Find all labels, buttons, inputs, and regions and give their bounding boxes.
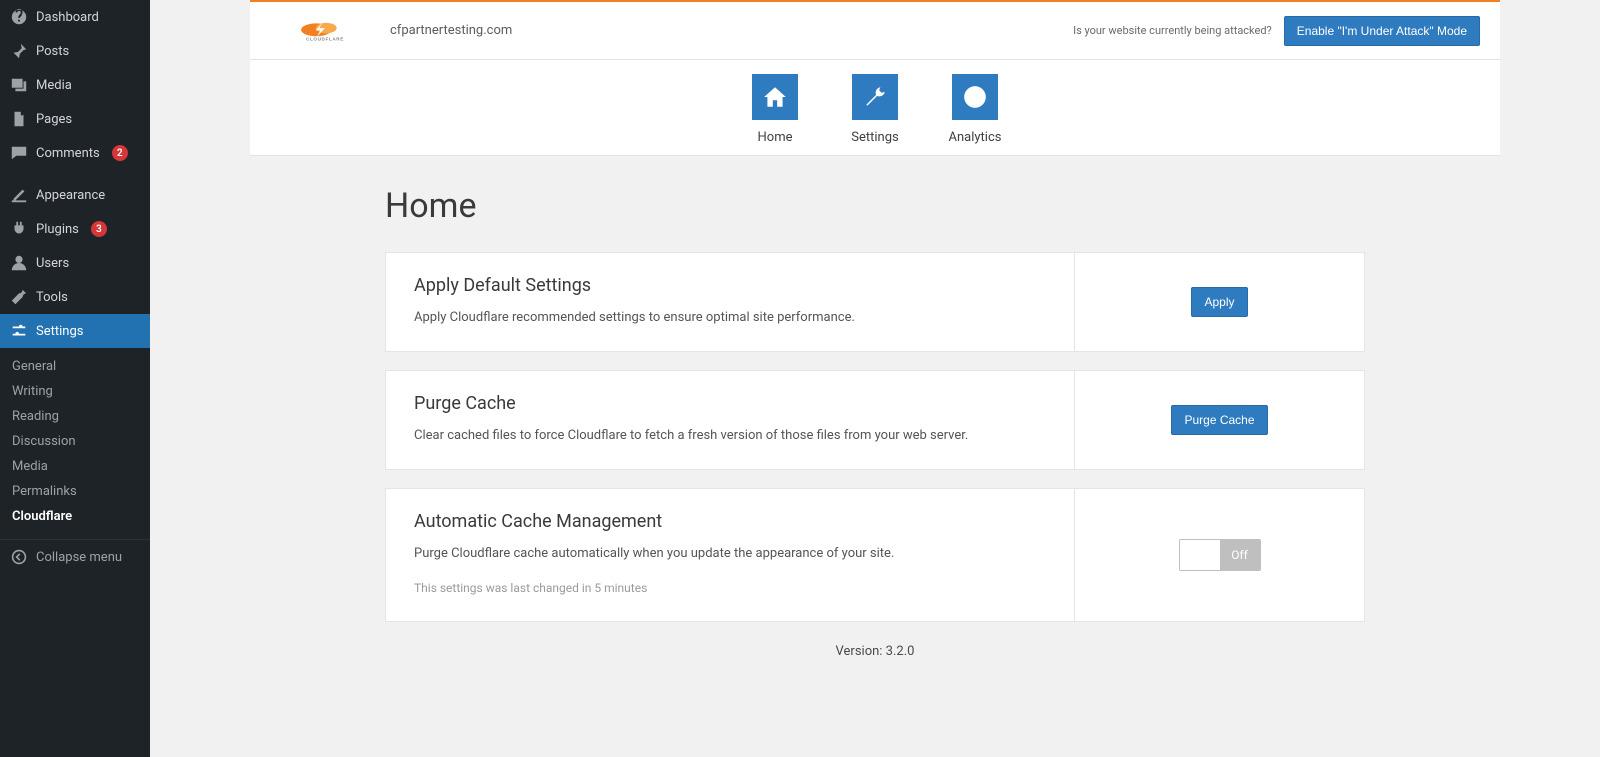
tab-home[interactable]: Home <box>740 74 810 145</box>
users-icon <box>10 254 28 272</box>
submenu-reading[interactable]: Reading <box>0 404 150 429</box>
submenu-writing[interactable]: Writing <box>0 379 150 404</box>
comments-count-badge: 2 <box>112 145 128 161</box>
card-desc: Apply Cloudflare recommended settings to… <box>414 310 1046 325</box>
apply-button[interactable]: Apply <box>1191 287 1247 317</box>
purge-cache-button[interactable]: Purge Cache <box>1171 405 1267 435</box>
svg-text:CLOUDFLARE: CLOUDFLARE <box>306 36 344 41</box>
submenu-permalinks[interactable]: Permalinks <box>0 479 150 504</box>
appearance-icon <box>10 186 28 204</box>
toggle-off-half: Off <box>1220 540 1260 570</box>
sidebar-item-tools[interactable]: Tools <box>0 280 150 314</box>
home-icon <box>752 74 798 120</box>
sidebar-item-posts[interactable]: Posts <box>0 34 150 68</box>
pin-icon <box>10 42 28 60</box>
tab-analytics[interactable]: Analytics <box>940 74 1010 145</box>
comment-icon <box>10 144 28 162</box>
pages-icon <box>10 110 28 128</box>
card-desc: Purge Cloudflare cache automatically whe… <box>414 546 1046 561</box>
sidebar-item-label: Settings <box>36 324 83 339</box>
card-desc: Clear cached files to force Cloudflare t… <box>414 428 1046 443</box>
cloudflare-topbar: CLOUDFLARE cfpartnertesting.com Is your … <box>250 0 1500 60</box>
settings-submenu: General Writing Reading Discussion Media… <box>0 348 150 535</box>
sidebar-item-label: Dashboard <box>36 10 99 25</box>
card-title: Automatic Cache Management <box>414 511 1046 532</box>
settings-slider-icon <box>10 322 28 340</box>
submenu-discussion[interactable]: Discussion <box>0 429 150 454</box>
card-apply-default: Apply Default Settings Apply Cloudflare … <box>385 252 1365 352</box>
submenu-media[interactable]: Media <box>0 454 150 479</box>
tab-label: Analytics <box>949 130 1002 145</box>
plugin-icon <box>10 220 28 238</box>
wp-admin-sidebar: Dashboard Posts Media Pages Comments 2 A… <box>0 0 150 757</box>
tools-icon <box>10 288 28 306</box>
enable-under-attack-button[interactable]: Enable "I'm Under Attack" Mode <box>1284 16 1480 46</box>
sidebar-item-media[interactable]: Media <box>0 68 150 102</box>
submenu-cloudflare[interactable]: Cloudflare <box>0 504 150 529</box>
domain-label: cfpartnertesting.com <box>390 23 512 38</box>
wrench-icon <box>852 74 898 120</box>
tab-settings[interactable]: Settings <box>840 74 910 145</box>
sidebar-item-label: Appearance <box>36 188 105 203</box>
attack-question: Is your website currently being attacked… <box>1073 24 1272 37</box>
sidebar-item-label: Tools <box>36 290 68 305</box>
sidebar-item-plugins[interactable]: Plugins 3 <box>0 212 150 246</box>
auto-cache-toggle[interactable]: Off <box>1179 539 1261 571</box>
sidebar-item-users[interactable]: Users <box>0 246 150 280</box>
sidebar-item-pages[interactable]: Pages <box>0 102 150 136</box>
card-purge-cache: Purge Cache Clear cached files to force … <box>385 370 1365 470</box>
sidebar-item-label: Comments <box>36 146 100 161</box>
sidebar-item-appearance[interactable]: Appearance <box>0 178 150 212</box>
sidebar-item-label: Pages <box>36 112 72 127</box>
tab-label: Home <box>758 130 793 145</box>
sidebar-item-label: Posts <box>36 44 69 59</box>
card-title: Purge Cache <box>414 393 1046 414</box>
sidebar-item-label: Media <box>36 78 72 93</box>
collapse-menu[interactable]: Collapse menu <box>0 539 150 574</box>
dashboard-icon <box>10 8 28 26</box>
cloudflare-logo: CLOUDFLARE <box>290 18 360 44</box>
version-label: Version: 3.2.0 <box>385 644 1365 659</box>
pie-chart-icon <box>952 74 998 120</box>
collapse-icon <box>10 548 28 566</box>
cloudflare-logo-icon: CLOUDFLARE <box>290 18 360 44</box>
sidebar-item-comments[interactable]: Comments 2 <box>0 136 150 170</box>
tab-label: Settings <box>851 130 898 145</box>
media-icon <box>10 76 28 94</box>
submenu-general[interactable]: General <box>0 354 150 379</box>
plugins-count-badge: 3 <box>91 221 107 237</box>
sidebar-item-dashboard[interactable]: Dashboard <box>0 0 150 34</box>
sidebar-item-settings[interactable]: Settings <box>0 314 150 348</box>
sidebar-item-label: Plugins <box>36 222 79 237</box>
cloudflare-body: Home Apply Default Settings Apply Cloudf… <box>385 186 1365 659</box>
card-meta: This settings was last changed in 5 minu… <box>414 581 1046 595</box>
sidebar-item-label: Users <box>36 256 69 271</box>
card-title: Apply Default Settings <box>414 275 1046 296</box>
card-auto-cache: Automatic Cache Management Purge Cloudfl… <box>385 488 1365 622</box>
content-area: CLOUDFLARE cfpartnertesting.com Is your … <box>150 0 1600 757</box>
toggle-on-half <box>1180 540 1220 570</box>
cloudflare-tabs: Home Settings Analytics <box>250 60 1500 156</box>
collapse-label: Collapse menu <box>36 550 122 565</box>
page-title: Home <box>385 186 1365 226</box>
